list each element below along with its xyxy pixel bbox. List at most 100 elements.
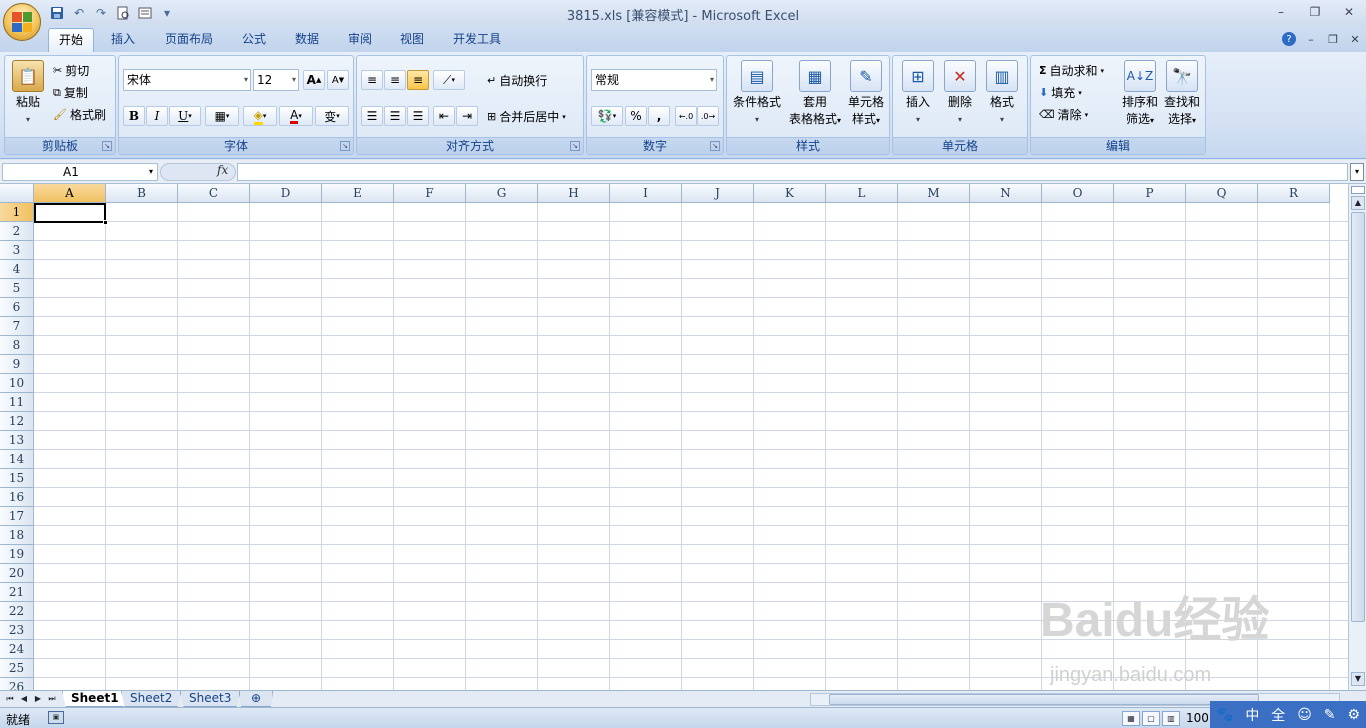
expand-formula-bar-button[interactable]: ▾ — [1350, 163, 1364, 181]
insert-function-button[interactable]: fx — [217, 163, 228, 177]
grow-font-button[interactable]: A ▲ — [303, 70, 325, 90]
scroll-up-icon[interactable]: ▲ — [1351, 196, 1365, 210]
column-header[interactable]: R — [1258, 184, 1330, 203]
format-as-table-button[interactable]: ▦ 套用 表格格式▾ — [785, 60, 845, 129]
split-box[interactable] — [1351, 186, 1365, 194]
fill-button[interactable]: ⬇ 填充 ▾ — [1039, 84, 1082, 101]
align-bottom-button[interactable]: ≡ — [407, 70, 429, 90]
clear-button[interactable]: ⌫ 清除 ▾ — [1039, 106, 1088, 123]
column-header[interactable]: M — [898, 184, 970, 203]
tab-insert[interactable]: 插入 — [101, 28, 145, 52]
tab-developer[interactable]: 开发工具 — [443, 28, 511, 52]
zoom-level[interactable]: 100 — [1186, 711, 1209, 725]
help-icon[interactable]: ? — [1282, 32, 1296, 46]
tab-page-layout[interactable]: 页面布局 — [155, 28, 223, 52]
wrap-text-button[interactable]: ↵ 自动换行 — [487, 72, 547, 89]
row-header[interactable]: 11 — [0, 393, 34, 412]
row-header[interactable]: 13 — [0, 431, 34, 450]
row-header[interactable]: 22 — [0, 602, 34, 621]
column-header[interactable]: C — [178, 184, 250, 203]
delete-cells-button[interactable]: ✕ 删除 ▾ — [939, 60, 981, 128]
clipboard-launcher-icon[interactable]: ↘ — [102, 141, 112, 151]
row-header[interactable]: 20 — [0, 564, 34, 583]
paw-icon[interactable]: 🐾 — [1216, 707, 1233, 723]
scroll-down-icon[interactable]: ▼ — [1351, 672, 1365, 686]
last-sheet-icon[interactable]: ⏭ — [46, 692, 58, 706]
fill-color-button[interactable]: ◈ ▾ — [243, 106, 277, 126]
column-header[interactable]: I — [610, 184, 682, 203]
column-header[interactable]: A — [34, 184, 106, 203]
font-name-combo[interactable]: 宋体 ▾ — [123, 69, 251, 91]
align-top-button[interactable]: ≡ — [361, 70, 383, 90]
decrease-decimal-button[interactable]: .0→ — [697, 106, 719, 126]
column-header[interactable]: K — [754, 184, 826, 203]
row-header[interactable]: 7 — [0, 317, 34, 336]
row-header[interactable]: 21 — [0, 583, 34, 602]
macro-record-icon[interactable]: ▣ — [48, 711, 64, 724]
align-middle-button[interactable]: ≡ — [384, 70, 406, 90]
font-launcher-icon[interactable]: ↘ — [340, 141, 350, 151]
row-header[interactable]: 3 — [0, 241, 34, 260]
cell-styles-button[interactable]: ✎ 单元格 样式▾ — [845, 60, 887, 129]
column-header[interactable]: E — [322, 184, 394, 203]
comma-button[interactable]: , — [648, 106, 670, 126]
row-header[interactable]: 9 — [0, 355, 34, 374]
sort-filter-button[interactable]: A↓Z 排序和 筛选▾ — [1119, 60, 1161, 129]
column-header[interactable]: O — [1042, 184, 1114, 203]
workbook-close-button[interactable]: ✕ — [1344, 30, 1366, 48]
increase-indent-button[interactable]: ⇥ — [456, 106, 478, 126]
worksheet-grid[interactable]: A B C D E F G H I J K L M N O P Q R 1 2 3 4 5 6 7 8 9 10 11 12 13 14 15 1… — [0, 184, 1348, 690]
column-header[interactable]: G — [466, 184, 538, 203]
column-header[interactable]: D — [250, 184, 322, 203]
currency-button[interactable]: 💱 ▾ — [591, 106, 623, 126]
vertical-scroll-thumb[interactable] — [1351, 212, 1365, 622]
phonetic-button[interactable]: 变 ▾ — [315, 106, 349, 126]
find-select-button[interactable]: 🔭 查找和 选择▾ — [1161, 60, 1203, 129]
column-header[interactable]: L — [826, 184, 898, 203]
font-color-button[interactable]: A ▾ — [279, 106, 313, 126]
row-header[interactable]: 26 — [0, 678, 34, 690]
align-left-button[interactable]: ☰ — [361, 106, 383, 126]
active-cell[interactable] — [34, 203, 108, 225]
increase-decimal-button[interactable]: ←.0 — [675, 106, 697, 126]
paste-button[interactable]: 📋 粘贴 ▾ — [9, 60, 47, 128]
ime-fullwidth-mode[interactable]: 全 — [1271, 705, 1285, 725]
number-format-combo[interactable]: 常规 ▾ — [591, 69, 717, 91]
decrease-indent-button[interactable]: ⇤ — [433, 106, 455, 126]
conditional-formatting-button[interactable]: ▤ 条件格式 ▾ — [731, 60, 783, 128]
row-header[interactable]: 23 — [0, 621, 34, 640]
row-header[interactable]: 12 — [0, 412, 34, 431]
select-all-button[interactable] — [0, 184, 34, 203]
row-header[interactable]: 1 — [0, 203, 34, 222]
next-sheet-icon[interactable]: ▶ — [32, 692, 44, 706]
ime-chinese-mode[interactable]: 中 — [1245, 705, 1259, 725]
cut-button[interactable]: ✂ 剪切 — [53, 62, 89, 79]
workbook-restore-button[interactable]: ❐ — [1322, 30, 1344, 48]
column-header[interactable]: H — [538, 184, 610, 203]
row-header[interactable]: 2 — [0, 222, 34, 241]
underline-button[interactable]: U ▾ — [169, 106, 201, 126]
page-break-view-icon[interactable]: ▥ — [1162, 711, 1180, 726]
row-header[interactable]: 10 — [0, 374, 34, 393]
shrink-font-button[interactable]: A ▼ — [327, 70, 349, 90]
row-header[interactable]: 16 — [0, 488, 34, 507]
align-right-button[interactable]: ☰ — [407, 106, 429, 126]
column-header[interactable]: Q — [1186, 184, 1258, 203]
format-painter-button[interactable]: 🖌 格式刷 — [53, 106, 106, 123]
borders-button[interactable]: ▦ ▾ — [205, 106, 239, 126]
office-button[interactable] — [3, 3, 41, 41]
sheet-tab-sheet2[interactable]: Sheet2 — [121, 691, 182, 707]
column-header[interactable]: P — [1114, 184, 1186, 203]
row-header[interactable]: 14 — [0, 450, 34, 469]
align-center-button[interactable]: ☰ — [384, 106, 406, 126]
copy-button[interactable]: ⧉ 复制 — [53, 84, 88, 101]
row-header[interactable]: 6 — [0, 298, 34, 317]
normal-view-icon[interactable]: ▦ — [1122, 711, 1140, 726]
column-header[interactable]: F — [394, 184, 466, 203]
vertical-scrollbar[interactable]: ▲ ▼ — [1348, 184, 1366, 690]
percent-button[interactable]: % — [625, 106, 647, 126]
italic-button[interactable]: I — [146, 106, 168, 126]
row-header[interactable]: 5 — [0, 279, 34, 298]
row-header[interactable]: 18 — [0, 526, 34, 545]
workbook-minimize-button[interactable]: – — [1300, 30, 1322, 48]
